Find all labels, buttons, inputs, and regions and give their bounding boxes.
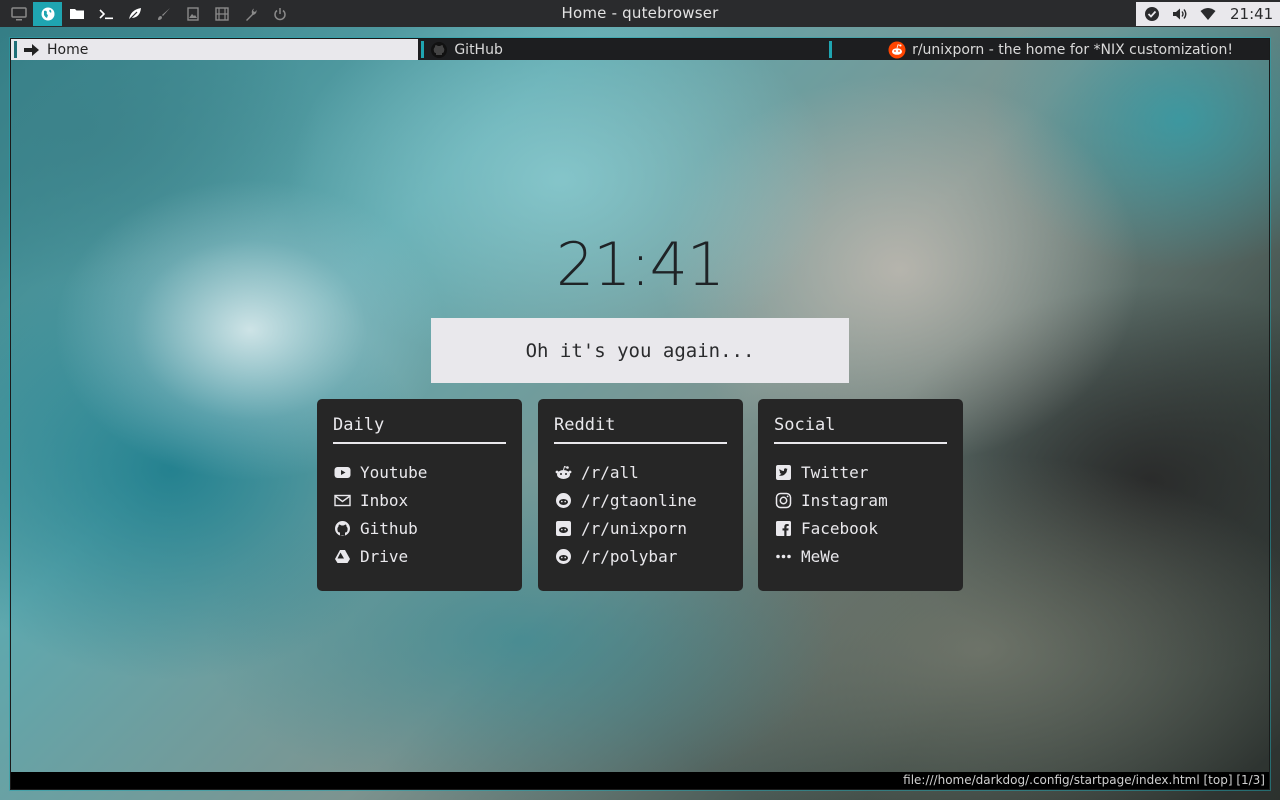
link-inbox[interactable]: Inbox — [333, 486, 506, 514]
facebook-icon — [774, 519, 792, 537]
volume-icon[interactable] — [1172, 6, 1188, 22]
tab-bar: Home GitHub r/unixporn - the home for *N… — [11, 39, 1269, 60]
status-url: file:///home/darkdog/.config/startpage/i… — [903, 773, 1265, 787]
arrow-right-icon — [23, 41, 41, 59]
reddit-square-icon — [554, 519, 572, 537]
twitter-icon — [774, 463, 792, 481]
link-twitter[interactable]: Twitter — [774, 458, 947, 486]
link-r-gtaonline[interactable]: /r/gtaonline — [554, 486, 727, 514]
github-icon — [430, 41, 448, 59]
link-facebook[interactable]: Facebook — [774, 514, 947, 542]
link-youtube[interactable]: Youtube — [333, 458, 506, 486]
reddit-icon — [554, 547, 572, 565]
card-reddit: Reddit /r/all /r/gtaonline /r/unixporn /… — [538, 399, 743, 591]
link-drive[interactable]: Drive — [333, 542, 506, 570]
link-r-polybar[interactable]: /r/polybar — [554, 542, 727, 570]
link-instagram[interactable]: Instagram — [774, 486, 947, 514]
tab-title: Home — [47, 41, 89, 58]
system-tray: 21:41 — [1136, 2, 1280, 26]
tab-title: r/unixporn - the home for *NIX customiza… — [912, 41, 1233, 58]
status-bar: file:///home/darkdog/.config/startpage/i… — [11, 772, 1269, 789]
drive-icon — [333, 547, 351, 565]
tab-github[interactable]: GitHub — [418, 39, 825, 60]
link-github[interactable]: Github — [333, 514, 506, 542]
card-title: Social — [774, 413, 947, 444]
instagram-icon — [774, 491, 792, 509]
tab-home[interactable]: Home — [11, 39, 419, 60]
card-daily: Daily Youtube Inbox Github Drive — [317, 399, 522, 591]
tray-clock[interactable]: 21:41 — [1230, 5, 1273, 23]
reddit-icon — [554, 491, 572, 509]
ellipsis-icon — [774, 547, 792, 565]
youtube-icon — [333, 463, 351, 481]
top-panel: Home - qutebrowser 21:41 — [0, 0, 1280, 27]
wifi-icon[interactable] — [1200, 6, 1216, 22]
envelope-icon — [333, 491, 351, 509]
card-social: Social Twitter Instagram Facebook MeWe — [758, 399, 963, 591]
card-title: Daily — [333, 413, 506, 444]
card-title: Reddit — [554, 413, 727, 444]
github-icon — [333, 519, 351, 537]
reddit-icon — [888, 41, 906, 59]
check-circle-icon[interactable] — [1144, 6, 1160, 22]
startpage-clock: 21:41 — [556, 230, 725, 300]
greeting-text: Oh it's you again... — [525, 339, 755, 362]
window-title: Home - qutebrowser — [561, 4, 719, 22]
tab-title: GitHub — [454, 41, 503, 58]
link-r-all[interactable]: /r/all — [554, 458, 727, 486]
reddit-alien-icon — [554, 463, 572, 481]
tab-unixporn[interactable]: r/unixporn - the home for *NIX customiza… — [826, 39, 1269, 60]
link-mewe[interactable]: MeWe — [774, 542, 947, 570]
greeting-box: Oh it's you again... — [431, 318, 849, 383]
link-r-unixporn[interactable]: /r/unixporn — [554, 514, 727, 542]
